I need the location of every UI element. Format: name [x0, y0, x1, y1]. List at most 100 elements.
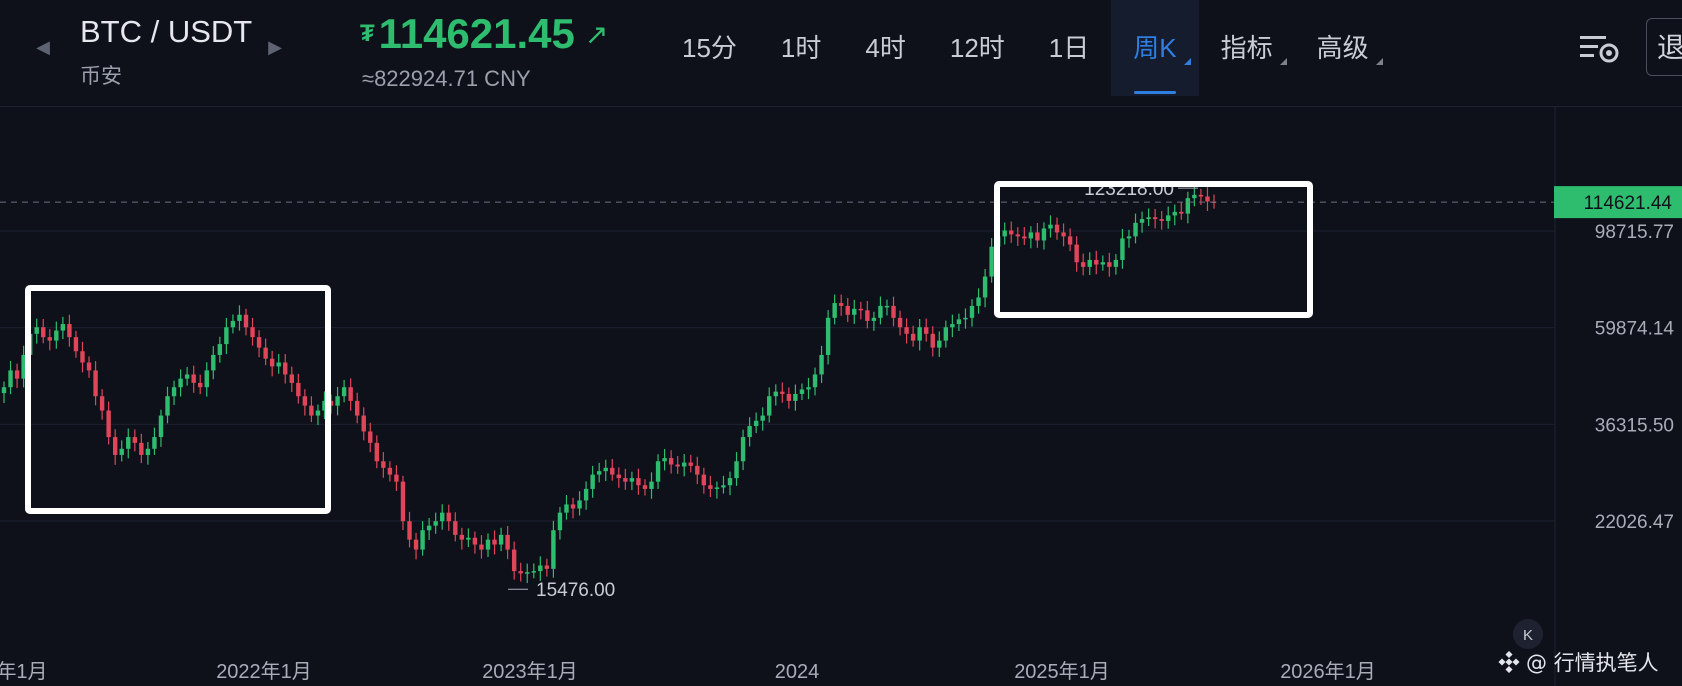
candle-body: [1041, 228, 1047, 241]
candle-body: [655, 461, 661, 482]
candle-body: [119, 448, 124, 455]
tab-1d[interactable]: 1日: [1027, 0, 1111, 96]
candle-body: [1087, 259, 1092, 267]
candle-body: [884, 305, 890, 308]
watermark: @ 行情执笔人: [1498, 647, 1659, 677]
candle-body: [1126, 236, 1132, 239]
tab-label: 1时: [780, 33, 822, 63]
candle-body: [1094, 259, 1099, 265]
candle-body: [819, 354, 824, 375]
candle-body: [479, 544, 484, 550]
candle-body: [420, 530, 425, 550]
candle-body: [1100, 262, 1106, 265]
tab-label: 周K: [1133, 33, 1177, 63]
candle-body: [1054, 224, 1060, 233]
candle-body: [551, 530, 556, 569]
candle-body: [616, 474, 622, 479]
dropdown-triangle-icon: [1183, 58, 1191, 65]
candle-body: [721, 485, 726, 488]
usdt-currency-icon: ₮: [360, 20, 375, 47]
x-tick-label: 2024: [775, 661, 820, 683]
price-chart[interactable]: 114621.44123218.0015476.00K 98715.775987…: [0, 106, 1682, 686]
candle-body: [943, 327, 949, 341]
candle-body: [335, 396, 340, 406]
candle-body: [891, 305, 896, 318]
candle-body: [910, 333, 916, 341]
candle-body: [767, 396, 772, 416]
candle-body: [250, 327, 255, 338]
candle-body: [682, 462, 687, 467]
candle-body: [812, 374, 818, 388]
tab-1h[interactable]: 1时: [759, 0, 843, 96]
candle-body: [41, 327, 46, 338]
candle-body: [1179, 211, 1184, 214]
candle-body: [485, 539, 491, 550]
candle-body: [217, 344, 223, 355]
candle-body: [472, 537, 478, 545]
candle-body: [1015, 234, 1020, 237]
candle-body: [1139, 219, 1145, 223]
candle-body: [878, 305, 883, 318]
last-price: ₮ 114621.45 ↗: [360, 10, 608, 58]
candle-body: [590, 474, 595, 489]
tab-indicators[interactable]: 指标: [1199, 0, 1295, 96]
exit-button[interactable]: 退: [1646, 18, 1682, 76]
candle-body: [139, 442, 144, 455]
candle-body: [86, 362, 92, 371]
candle-body: [112, 437, 118, 455]
candle-body: [14, 370, 20, 379]
candle-body: [904, 327, 909, 334]
candle-body: [649, 481, 654, 489]
highlight-box-left: [25, 285, 331, 514]
candle-body: [1035, 232, 1040, 241]
next-pair-icon[interactable]: ▶: [265, 38, 285, 58]
tab-label: 4时: [865, 33, 906, 63]
candle-body: [152, 437, 157, 449]
candle-body: [263, 347, 268, 359]
previous-pair-icon[interactable]: ◀: [33, 38, 53, 58]
candle-body: [1159, 219, 1164, 221]
tab-15min[interactable]: 15分: [660, 0, 759, 96]
candle-body: [610, 467, 615, 475]
candle-body: [8, 370, 13, 388]
candle-body: [688, 462, 693, 466]
candle-body: [224, 327, 229, 345]
candle-body: [642, 485, 648, 489]
candle-body: [1113, 259, 1119, 267]
candle-body: [740, 437, 746, 462]
candle-body: [243, 314, 249, 328]
tab-12h[interactable]: 12时: [928, 0, 1027, 96]
candle-body: [34, 327, 39, 334]
candle-body: [564, 504, 569, 513]
candle-body: [211, 354, 216, 371]
candle-body: [865, 310, 870, 321]
candle-body: [237, 314, 242, 321]
candle-body: [897, 317, 903, 328]
tab-4h[interactable]: 4时: [843, 0, 927, 96]
binance-logo-icon: [1498, 651, 1520, 673]
candle-body: [204, 370, 209, 388]
top-toolbar: ◀ BTC / USDT 币安 ▶ ₮ 114621.45 ↗ ≈822924.…: [0, 0, 1682, 107]
candle-body: [394, 474, 399, 482]
candle-body: [786, 393, 792, 401]
candle-body: [309, 405, 314, 416]
candle-body: [734, 461, 739, 479]
x-tick-label: 2026年1月: [1280, 660, 1376, 683]
candle-body: [60, 324, 66, 331]
tab-weekly[interactable]: 周K: [1111, 0, 1199, 96]
price-value: 114621.45: [378, 10, 575, 57]
candle-body: [1067, 236, 1073, 245]
candle-body: [1061, 232, 1066, 237]
trading-pair[interactable]: BTC / USDT: [80, 14, 252, 50]
candle-body: [1166, 215, 1171, 221]
tab-label: 1日: [1048, 33, 1090, 63]
candle-body: [570, 504, 576, 509]
arrow-up-right-icon: ↗: [584, 18, 609, 50]
candle-body: [963, 317, 968, 320]
candle-body: [505, 534, 510, 550]
candle-body: [538, 565, 543, 572]
candle-body: [178, 378, 183, 388]
candle-body: [1198, 194, 1204, 197]
chart-settings-icon[interactable]: [1578, 32, 1620, 64]
tab-advanced[interactable]: 高级: [1295, 0, 1391, 96]
